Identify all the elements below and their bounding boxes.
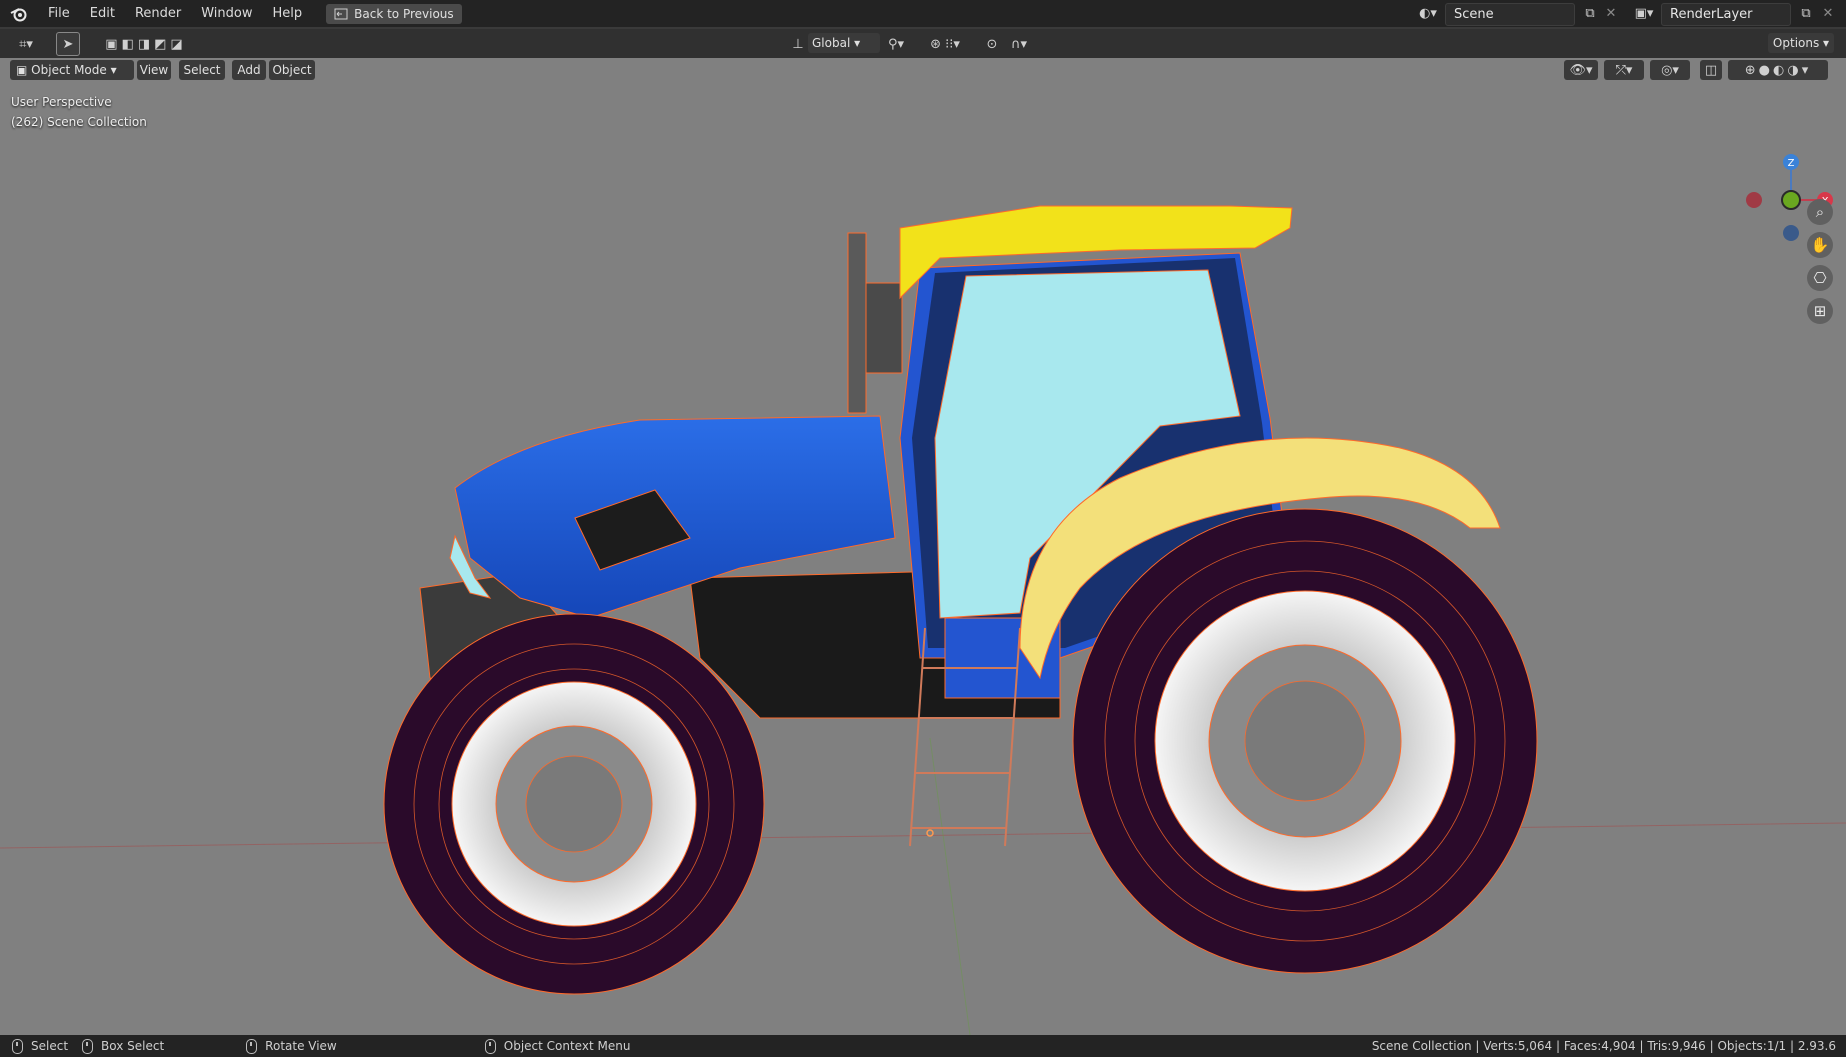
pivot-point-icon[interactable]: ⚲▾ — [880, 34, 912, 54]
exhaust-pipe — [847, 232, 867, 414]
status-select: Select — [31, 1039, 69, 1053]
mouse-middle-icon — [246, 1038, 258, 1054]
view-menu[interactable]: View — [137, 60, 171, 80]
tool-header: ⌗▾ ➤ ▣◧◨◩◪ ⊥ Global ▾ ⚲▾ ⊛ ⁝⁝▾ ⊙ ∩▾ Opti… — [0, 29, 1846, 58]
mouse-left-icon — [12, 1038, 23, 1054]
mouse-right-icon — [484, 1038, 496, 1054]
proportional-edit-icon[interactable]: ⊙ — [982, 34, 1002, 54]
y-axis-line — [929, 737, 971, 1035]
visibility-icon[interactable]: 👁▾ — [1564, 60, 1598, 80]
object-mode-icon: ▣ — [16, 63, 28, 77]
mouse-drag-icon — [82, 1038, 94, 1054]
object-menu[interactable]: Object — [269, 60, 315, 80]
menu-edit[interactable]: Edit — [80, 0, 125, 27]
grid-view-icon[interactable]: ⊞ — [1807, 298, 1833, 324]
render-layer-name: RenderLayer — [1670, 7, 1753, 22]
new-scene-icon[interactable]: ⧉ — [1580, 3, 1600, 23]
back-to-previous-button[interactable]: Back to Previous — [326, 3, 462, 24]
add-menu[interactable]: Add — [232, 60, 266, 80]
status-rotate: Rotate View — [265, 1039, 337, 1053]
x-axis-line — [0, 822, 1846, 849]
overlay-toggle-icon[interactable]: ◎▾ — [1650, 60, 1690, 80]
shading-mode-icons[interactable]: ⊕●◐◑▾ — [1728, 60, 1828, 80]
gizmo-y-icon — [1781, 190, 1801, 210]
back-to-previous-label: Back to Previous — [354, 6, 454, 21]
select-menu[interactable]: Select — [179, 60, 225, 80]
mode-label: Object Mode — [31, 63, 107, 77]
view-layer-icon[interactable]: ▣▾ — [1630, 3, 1658, 23]
orientation-label: Global — [812, 36, 851, 50]
scene-canvas[interactable]: Z X — [0, 58, 1846, 1035]
rear-wheel — [1072, 508, 1538, 974]
editor-type-icon[interactable]: ⌗▾ — [10, 34, 42, 54]
gizmo-z-label: Z — [1788, 158, 1795, 169]
viewport-header: ▣ Object Mode ▾ View Select Add Object 👁… — [0, 58, 1846, 82]
collection-label: (262) Scene Collection — [11, 115, 147, 129]
status-bar: Select Box Select Rotate View Object Con… — [0, 1035, 1846, 1057]
options-label: Options — [1772, 36, 1820, 50]
delete-layer-icon[interactable]: ✕ — [1820, 3, 1836, 23]
render-layer-field[interactable]: RenderLayer — [1661, 3, 1791, 26]
navigation-gizmo: Z X — [1746, 154, 1833, 241]
scene-stats: Scene Collection | Verts:5,064 | Faces:4… — [1371, 1039, 1836, 1053]
options-dropdown[interactable]: Options ▾ — [1768, 33, 1834, 53]
delete-scene-icon[interactable]: ✕ — [1603, 3, 1619, 23]
gizmo-neg-x-icon — [1746, 192, 1762, 208]
zoom-icon[interactable]: ⌕ — [1807, 199, 1833, 225]
scene-name: Scene — [1454, 7, 1494, 22]
3d-viewport[interactable]: Z X User Perspective (262) Scene Collect… — [0, 58, 1846, 1035]
select-tool-icon[interactable]: ➤ — [56, 32, 80, 56]
front-wheel — [383, 613, 765, 995]
exhaust-filter — [865, 282, 903, 374]
selection-mode-icons[interactable]: ▣◧◨◩◪ — [96, 34, 196, 54]
scene-selector-icon[interactable]: ◐▾ — [1414, 3, 1442, 23]
perspective-label: User Perspective — [11, 95, 112, 109]
back-icon — [334, 8, 348, 19]
menu-render[interactable]: Render — [125, 0, 191, 27]
orientation-dropdown[interactable]: Global ▾ — [808, 33, 880, 53]
xray-icon[interactable]: ◫ — [1700, 60, 1722, 80]
pan-hand-icon[interactable]: ✋ — [1807, 232, 1833, 258]
gizmo-neg-z-icon — [1783, 225, 1799, 241]
mode-dropdown[interactable]: ▣ Object Mode ▾ — [10, 60, 134, 80]
status-context-menu: Object Context Menu — [503, 1039, 631, 1053]
snap-icon[interactable]: ⊛ ⁝⁝▾ — [920, 34, 970, 54]
falloff-icon[interactable]: ∩▾ — [1004, 34, 1034, 54]
top-bar: File Edit Render Window Help Back to Pre… — [0, 0, 1846, 27]
blender-logo-icon[interactable] — [0, 0, 38, 27]
menu-file[interactable]: File — [38, 0, 80, 27]
menu-help[interactable]: Help — [263, 0, 313, 27]
scene-field[interactable]: Scene — [1445, 3, 1575, 26]
gizmo-toggle-icon[interactable]: ⤱▾ — [1604, 60, 1644, 80]
new-layer-icon[interactable]: ⧉ — [1796, 3, 1816, 23]
transform-orientation-icon[interactable]: ⊥ — [788, 34, 808, 54]
menu-window[interactable]: Window — [191, 0, 262, 27]
status-box-select: Box Select — [101, 1039, 165, 1053]
camera-icon[interactable]: ⎔ — [1807, 265, 1833, 291]
